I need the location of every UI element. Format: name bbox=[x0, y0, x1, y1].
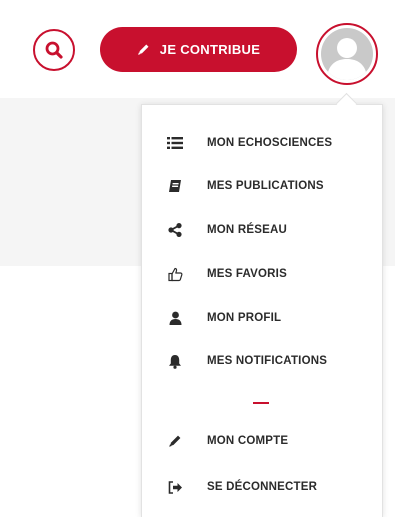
menu-item-label: MES FAVORIS bbox=[207, 268, 287, 280]
user-avatar-button[interactable] bbox=[316, 23, 378, 85]
menu-item-label: SE DÉCONNECTER bbox=[207, 481, 318, 493]
user-icon bbox=[167, 310, 183, 326]
user-silhouette-icon bbox=[327, 38, 367, 80]
menu-item-mon-reseau[interactable]: MON RÉSEAU bbox=[141, 215, 383, 245]
menu-item-mes-publications[interactable]: MES PUBLICATIONS bbox=[141, 171, 383, 201]
bell-icon bbox=[167, 353, 183, 369]
pencil-icon bbox=[167, 433, 183, 449]
contribute-label: JE CONTRIBUE bbox=[159, 42, 261, 57]
search-button[interactable] bbox=[33, 29, 75, 71]
menu-item-label: MON RÉSEAU bbox=[207, 224, 287, 236]
menu-item-label: MON ECHOSCIENCES bbox=[207, 137, 333, 149]
book-icon bbox=[167, 178, 183, 194]
contribute-button[interactable]: JE CONTRIBUE bbox=[100, 27, 297, 72]
menu-item-label: MES PUBLICATIONS bbox=[207, 180, 324, 192]
menu-separator bbox=[253, 402, 269, 404]
thumbs-up-icon bbox=[167, 266, 183, 282]
list-icon bbox=[167, 135, 183, 151]
menu-item-mon-echosciences[interactable]: MON ECHOSCIENCES bbox=[141, 128, 383, 158]
menu-item-mes-favoris[interactable]: MES FAVORIS bbox=[141, 259, 383, 289]
share-icon bbox=[167, 222, 183, 238]
avatar bbox=[321, 28, 373, 80]
menu-item-label: MON PROFIL bbox=[207, 312, 282, 324]
menu-item-label: MES NOTIFICATIONS bbox=[207, 355, 328, 367]
menu-item-label: MON COMPTE bbox=[207, 435, 289, 447]
menu-item-se-deconnecter[interactable]: SE DÉCONNECTER bbox=[141, 472, 383, 502]
search-icon bbox=[45, 41, 63, 59]
menu-item-mon-profil[interactable]: MON PROFIL bbox=[141, 303, 383, 333]
pencil-icon bbox=[137, 44, 149, 55]
sign-out-icon bbox=[167, 479, 183, 495]
menu-item-mon-compte[interactable]: MON COMPTE bbox=[141, 426, 383, 456]
menu-item-mes-notifications[interactable]: MES NOTIFICATIONS bbox=[141, 346, 383, 376]
